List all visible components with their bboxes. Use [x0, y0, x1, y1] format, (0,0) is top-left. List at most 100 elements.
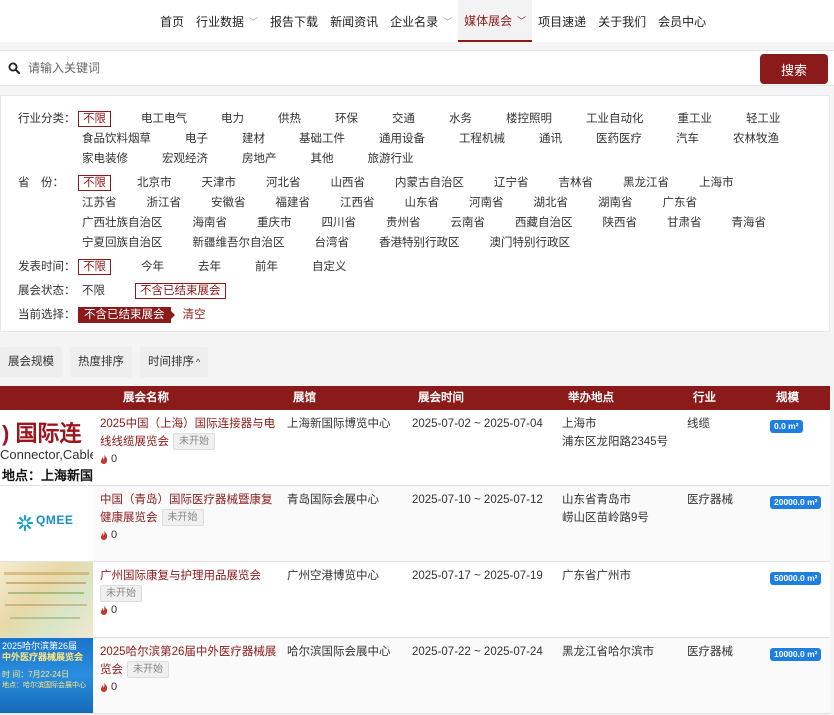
filter-option-province[interactable]: 河北省 [262, 173, 305, 193]
filter-option-industry[interactable]: 汽车 [672, 129, 703, 149]
table-row[interactable]: 广州国际康复与护理用品展览会 未开始 0 广州空港博览中心 2025-07-17… [0, 562, 830, 638]
exhibition-name-wrap: 2025哈尔滨第26届中外医疗器械展览会 未开始 [100, 643, 281, 679]
filter-option-province[interactable]: 辽宁省 [490, 173, 533, 193]
nav-item-media-exhibitions[interactable]: 媒体展会 ﹀ [458, 0, 533, 42]
filter-option-province[interactable]: 福建省 [272, 193, 315, 213]
filter-option-industry[interactable]: 食品饮料烟草 [78, 129, 155, 149]
filter-option-industry[interactable]: 电子 [181, 129, 212, 149]
nav-item-member-center[interactable]: 会员中心 [652, 0, 712, 42]
filter-option-province[interactable]: 香港特别行政区 [375, 233, 464, 253]
venue-cell: 广州空港博览中心 [287, 570, 379, 582]
filter-option-status[interactable]: 不含已结束展会 [135, 283, 226, 299]
filter-option-industry[interactable]: 重工业 [674, 109, 717, 129]
filter-option-province[interactable]: 天津市 [198, 173, 241, 193]
sort-tab-scale[interactable]: 展会规模 [0, 347, 62, 377]
filter-option-time[interactable]: 去年 [194, 257, 225, 277]
filter-option-province[interactable]: 贵州省 [382, 213, 425, 233]
nav-item-news[interactable]: 新闻资讯 [324, 0, 384, 42]
filter-option-province[interactable]: 台湾省 [311, 233, 354, 253]
filter-option-industry[interactable]: 通讯 [535, 129, 566, 149]
nav-item-industry-data[interactable]: 行业数据 ﹀ [190, 0, 264, 42]
filter-option-industry[interactable]: 环保 [331, 109, 362, 129]
filter-option-province[interactable]: 湖北省 [530, 193, 573, 213]
filter-option-industry[interactable]: 工业自动化 [582, 109, 648, 129]
filter-option-industry[interactable]: 通用设备 [375, 129, 429, 149]
filter-option-industry[interactable]: 水务 [445, 109, 476, 129]
filter-options: 不限 不含已结束展会 [78, 281, 818, 301]
filter-option-province[interactable]: 山西省 [327, 173, 370, 193]
filter-option-industry[interactable]: 基础工件 [295, 129, 349, 149]
filter-option-province[interactable]: 北京市 [133, 173, 176, 193]
filter-option-province[interactable]: 宁夏回族自治区 [78, 233, 167, 253]
exhibition-thumbnail[interactable] [0, 562, 93, 637]
location-cell: 上海市 浦东区龙阳路2345号 [562, 410, 687, 485]
sort-up-icon: ^ [196, 357, 201, 367]
filter-option-province[interactable]: 甘肃省 [663, 213, 706, 233]
filter-option-province[interactable]: 浙江省 [143, 193, 186, 213]
search-input[interactable] [28, 53, 834, 83]
filter-option-province[interactable]: 云南省 [447, 213, 490, 233]
filter-option-industry[interactable]: 家电装修 [78, 149, 132, 169]
filter-option-province[interactable]: 青海省 [728, 213, 771, 233]
filter-option-industry[interactable]: 房地产 [238, 149, 281, 169]
filter-option-province[interactable]: 广东省 [659, 193, 702, 213]
filter-option-province[interactable]: 新疆维吾尔自治区 [189, 233, 289, 253]
filter-option-industry[interactable]: 旅游行业 [364, 149, 418, 169]
filter-option-province[interactable]: 不限 [78, 175, 111, 191]
filter-option-industry[interactable]: 农林牧渔 [729, 129, 783, 149]
filter-option-province[interactable]: 吉林省 [555, 173, 598, 193]
filter-option-province[interactable]: 内蒙古自治区 [391, 173, 468, 193]
filter-option-industry[interactable]: 建材 [238, 129, 269, 149]
nav-label: 项目速递 [538, 14, 587, 29]
current-filter-tag[interactable]: 不含已结束展会 [78, 307, 174, 323]
filter-option-province[interactable]: 湖南省 [594, 193, 637, 213]
filter-option-province[interactable]: 河南省 [465, 193, 508, 213]
filter-option-province[interactable]: 重庆市 [253, 213, 296, 233]
filter-option-province[interactable]: 黑龙江省 [619, 173, 673, 193]
filter-option-province[interactable]: 上海市 [695, 173, 738, 193]
filter-option-industry[interactable]: 宏观经济 [158, 149, 212, 169]
filter-option-province[interactable]: 陕西省 [599, 213, 642, 233]
nav-item-home[interactable]: 首页 [154, 0, 190, 42]
filter-option-industry[interactable]: 不限 [78, 111, 111, 127]
filter-option-industry[interactable]: 轻工业 [742, 109, 785, 129]
filter-option-industry[interactable]: 其他 [307, 149, 338, 169]
filter-option-time[interactable]: 自定义 [308, 257, 351, 277]
filter-option-province[interactable]: 海南省 [189, 213, 232, 233]
exhibition-name-cell: 2025哈尔滨第26届中外医疗器械展览会 未开始 0 [93, 638, 287, 713]
filter-option-industry[interactable]: 交通 [388, 109, 419, 129]
filter-option-time[interactable]: 不限 [78, 259, 111, 275]
filter-option-province[interactable]: 安徽省 [207, 193, 250, 213]
sort-tab-time[interactable]: 时间排序 ^ [140, 347, 209, 377]
filter-option-province[interactable]: 四川省 [318, 213, 361, 233]
filter-option-industry[interactable]: 楼控照明 [502, 109, 556, 129]
clear-filters-link[interactable]: 清空 [183, 305, 206, 325]
nav-item-about[interactable]: 关于我们 [592, 0, 652, 42]
filter-option-time[interactable]: 前年 [251, 257, 282, 277]
filter-option-province[interactable]: 江苏省 [78, 193, 121, 213]
exhibition-thumbnail[interactable]: QMEE [0, 486, 93, 561]
exhibition-thumbnail[interactable]: ) 国际连 Connector,Cable 地点：上海新国 [0, 410, 93, 485]
filter-option-province[interactable]: 山东省 [401, 193, 444, 213]
nav-item-projects[interactable]: 项目速递 [532, 0, 592, 42]
search-button[interactable]: 搜索 [760, 54, 828, 84]
filter-option-province[interactable]: 澳门特别行政区 [486, 233, 575, 253]
filter-option-province[interactable]: 广西壮族自治区 [78, 213, 167, 233]
filter-option-province[interactable]: 江西省 [336, 193, 379, 213]
filter-option-industry[interactable]: 电力 [217, 109, 248, 129]
filter-option-province[interactable]: 西藏自治区 [511, 213, 577, 233]
sort-tab-popularity[interactable]: 热度排序 [70, 347, 132, 377]
filter-option-time[interactable]: 今年 [137, 257, 168, 277]
nav-item-reports[interactable]: 报告下载 [264, 0, 324, 42]
filter-option-industry[interactable]: 供热 [274, 109, 305, 129]
filter-option-industry[interactable]: 医药医疗 [592, 129, 646, 149]
filter-option-industry[interactable]: 电工电气 [137, 109, 191, 129]
table-row[interactable]: ) 国际连 Connector,Cable 地点：上海新国 2025中国（上海）… [0, 410, 830, 486]
table-row[interactable]: 2025哈尔滨第26届 中外医疗器械展览会 时 间：7月22-24日 地点：哈尔… [0, 638, 830, 714]
filter-option-status[interactable]: 不限 [78, 281, 109, 301]
table-row[interactable]: QMEE 中国（青岛）国际医疗器械暨康复健康展览会 未开始 0 青岛国际会展中心 … [0, 486, 830, 562]
exhibition-name-link[interactable]: 广州国际康复与护理用品展览会 [100, 570, 261, 582]
nav-item-directory[interactable]: 企业名录 ﹀ [384, 0, 458, 42]
filter-option-industry[interactable]: 工程机械 [455, 129, 509, 149]
exhibition-thumbnail[interactable]: 2025哈尔滨第26届 中外医疗器械展览会 时 间：7月22-24日 地点：哈尔… [0, 638, 93, 713]
